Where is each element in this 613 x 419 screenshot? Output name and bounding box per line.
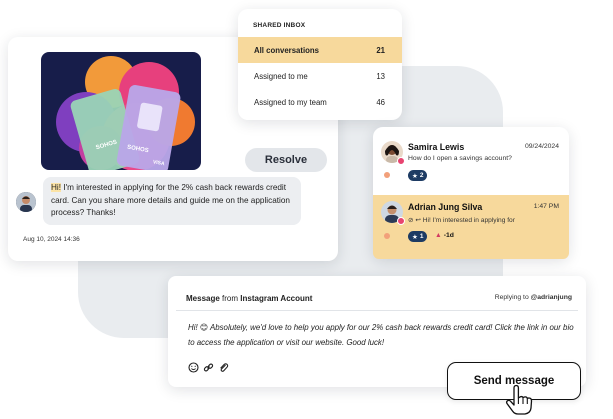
warning-icon: ▲ — [435, 232, 442, 239]
composer-header: Message from Instagram Account — [186, 294, 312, 303]
composer-toolbar — [188, 362, 229, 373]
inbox-item-assigned-to-my-team[interactable]: Assigned to my team 46 — [238, 89, 402, 115]
shared-inbox-panel: SHARED INBOX All conversations 21 Assign… — [238, 9, 402, 120]
inbox-item-label: All conversations — [254, 45, 319, 55]
tag-badge: ★ 1 — [408, 231, 428, 242]
customer-avatar — [16, 192, 36, 212]
reply-prefix: Replying to — [494, 294, 529, 301]
reply-to: Replying to @adrianjung — [495, 294, 572, 301]
composer-account[interactable]: Instagram Account — [240, 294, 312, 303]
status-dot — [384, 233, 390, 239]
channel-badge-icon — [397, 157, 405, 165]
link-icon[interactable] — [203, 362, 214, 373]
tag-count: 1 — [419, 233, 424, 240]
contact-preview-text: Hi! I'm interested in applying for — [422, 217, 515, 224]
composer-label: Message — [186, 294, 220, 303]
composer-text-area[interactable]: Hi! 😊 Absolutely, we'd love to help you … — [188, 320, 578, 350]
channel-badge-icon — [397, 217, 405, 225]
conversation-list-item-selected[interactable]: Adrian Jung Silva 1:47 PM ⊘ ↩ Hi! I'm in… — [373, 195, 569, 259]
due-text: -1d — [443, 232, 454, 239]
inbox-item-assigned-to-me[interactable]: Assigned to me 13 — [238, 63, 402, 89]
inbox-item-label: Assigned to me — [254, 71, 308, 81]
credit-card-image: SOHOS SOHOS VISA — [41, 52, 201, 170]
resolve-button[interactable]: Resolve — [245, 148, 327, 172]
divider — [176, 310, 578, 311]
composer-from: from — [222, 294, 239, 303]
emoji-icon[interactable] — [188, 362, 199, 373]
message-timestamp: Aug 10, 2024 14:36 — [23, 236, 80, 243]
reply-handle: @adrianjung — [530, 294, 572, 301]
status-dot — [384, 172, 390, 178]
message-text: I'm interested in applying for the 2% ca… — [51, 183, 290, 218]
inbox-item-label: Assigned to my team — [254, 97, 327, 107]
tag-badge: ★ 2 — [408, 170, 428, 181]
inbox-item-count: 13 — [376, 71, 385, 81]
attachment-icon[interactable] — [218, 362, 229, 373]
inbox-title: SHARED INBOX — [253, 22, 306, 29]
attachment-icon: ⊘ — [408, 217, 414, 224]
contact-date: 09/24/2024 — [524, 143, 559, 150]
tag-count: 2 — [419, 172, 424, 179]
contact-name: Samira Lewis — [408, 142, 465, 152]
due-badge: ▲ -1d — [435, 232, 454, 239]
star-icon: ★ — [412, 233, 418, 241]
inbox-item-count: 46 — [376, 97, 385, 107]
conversation-list-item[interactable]: Samira Lewis 09/24/2024 How do I open a … — [373, 133, 569, 191]
contact-preview: How do I open a savings account? — [408, 155, 512, 162]
hand-cursor-icon — [505, 384, 533, 415]
star-icon: ★ — [412, 172, 418, 180]
customer-message: Hi! I'm interested in applying for the 2… — [16, 177, 301, 225]
message-highlight: Hi! — [51, 183, 62, 192]
contact-name: Adrian Jung Silva — [408, 202, 483, 212]
reply-icon: ↩ — [415, 217, 421, 224]
inbox-item-all-conversations[interactable]: All conversations 21 — [238, 37, 402, 63]
contact-date: 1:47 PM — [533, 203, 559, 210]
conversation-list: Samira Lewis 09/24/2024 How do I open a … — [373, 127, 569, 259]
message-bubble: Hi! I'm interested in applying for the 2… — [43, 177, 301, 225]
inbox-item-count: 21 — [376, 45, 385, 55]
contact-preview: ⊘ ↩ Hi! I'm interested in applying for — [408, 216, 515, 224]
